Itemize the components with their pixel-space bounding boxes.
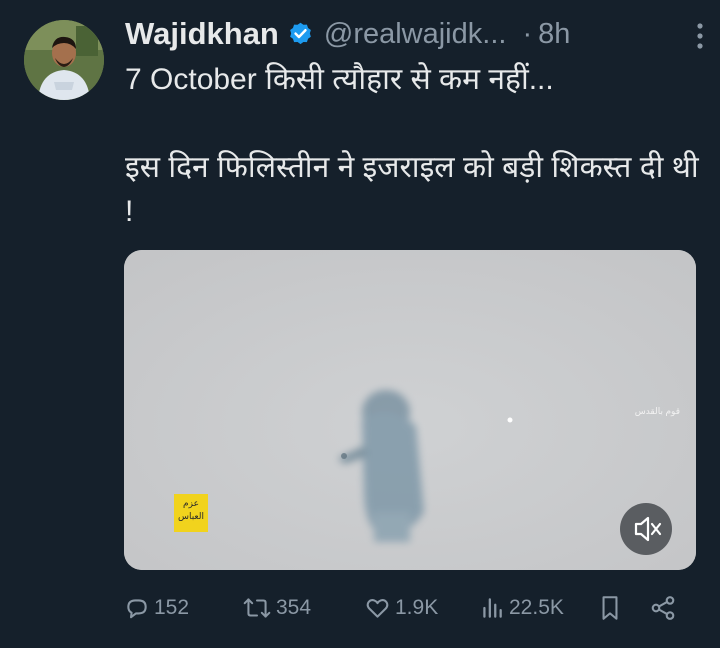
video-watermark: قوم بالقدس [634, 406, 680, 416]
separator-dot: · [522, 17, 533, 50]
reply-button[interactable]: 152 [124, 588, 189, 628]
views-button[interactable]: 22.5K [479, 588, 564, 628]
video-frame [124, 250, 696, 570]
like-count: 1.9K [395, 596, 439, 619]
mute-icon[interactable] [620, 503, 672, 555]
share-button[interactable] [649, 588, 681, 628]
more-icon[interactable] [694, 22, 706, 50]
avatar[interactable] [24, 20, 104, 100]
tweet-text-paragraph: इस दिन फिलिस्तीन ने इजराइल को बड़ी शिकस्… [125, 151, 699, 228]
views-count: 22.5K [509, 596, 564, 619]
like-button[interactable]: 1.9K [364, 588, 438, 628]
tweet[interactable]: Wajidkhan @realwajidk... · 8h 7 October … [0, 0, 720, 648]
retweet-button[interactable]: 354 [242, 588, 311, 628]
bookmark-icon [597, 594, 627, 622]
timestamp[interactable]: 8h [538, 18, 570, 51]
author-handle[interactable]: @realwajidk... [324, 18, 507, 51]
tweet-text-line: 7 October किसी त्यौहार से कम नहीं... [125, 63, 554, 96]
tweet-header: Wajidkhan @realwajidk... · 8h [125, 14, 700, 54]
verified-badge-icon [287, 21, 314, 48]
channel-logo-sticker: عزم العباس [174, 494, 208, 532]
retweet-icon [242, 595, 276, 621]
video-media[interactable]: عزم العباس قوم بالقدس [124, 250, 696, 570]
author-name[interactable]: Wajidkhan [125, 16, 279, 52]
like-icon [364, 595, 395, 621]
retweet-count: 354 [276, 596, 312, 619]
share-icon [649, 594, 681, 622]
reply-icon [124, 595, 154, 621]
views-icon [479, 595, 509, 621]
tweet-actions: 152 354 1.9K 22.5K [124, 588, 694, 628]
reply-count: 152 [154, 596, 190, 619]
bookmark-button[interactable] [597, 588, 627, 628]
